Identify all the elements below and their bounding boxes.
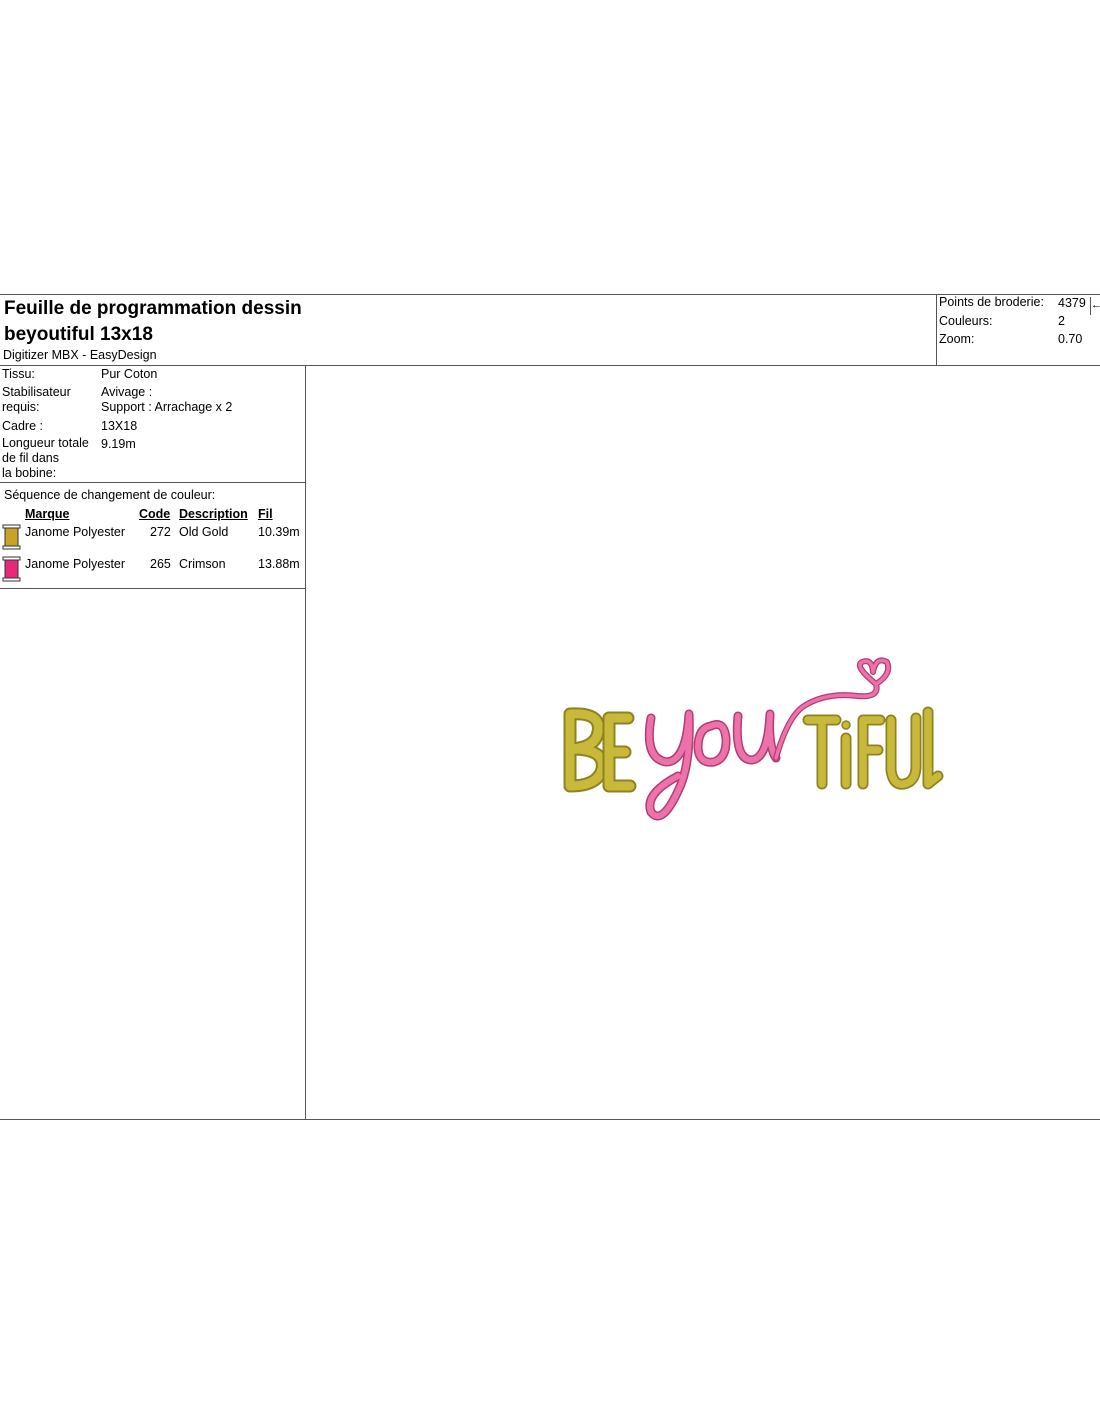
word-you-mark — [644, 709, 781, 821]
design-stats: Points de broderie: 4379 ← Couleurs: 2 Z… — [936, 295, 1100, 365]
fabric-label: Tissu: — [2, 367, 35, 381]
column-code: Code — [139, 507, 171, 521]
frame-label: Cadre : — [2, 419, 43, 433]
colors-value: 2 — [1058, 314, 1065, 328]
embroidery-design — [563, 657, 944, 821]
column-brand: Marque — [25, 507, 70, 521]
material-properties: Tissu: Pur Coton Stabilisateur requis: A… — [0, 366, 305, 483]
design-preview — [306, 366, 1100, 1120]
heart-swash-mark — [773, 657, 892, 761]
zoom-label: Zoom: — [939, 332, 975, 346]
row-thread: 13.88m — [258, 557, 300, 571]
column-description: Description — [179, 507, 248, 521]
colors-label: Couleurs: — [939, 314, 993, 328]
zoom-value: 0.70 — [1058, 332, 1083, 346]
fabric-value: Pur Coton — [101, 367, 158, 381]
row-code: 272 — [150, 525, 171, 539]
thread-length-label-cont: de fil dans — [2, 451, 59, 465]
stabilizer-value: Avivage : — [101, 385, 153, 399]
arrow-left-icon[interactable]: ← — [1090, 297, 1100, 315]
column-thread: Fil — [258, 507, 273, 521]
letter-b-mark — [563, 707, 609, 793]
row-brand: Janome Polyester — [25, 557, 126, 571]
row-description: Crimson — [179, 557, 226, 571]
color-sequence-title: Séquence de changement de couleur: — [4, 488, 216, 502]
stabilizer-value-cont: Support : Arrachage x 2 — [101, 400, 233, 414]
row-description: Old Gold — [179, 525, 229, 539]
sheet-title: Feuille de programmation dessin — [4, 298, 302, 319]
thread-spool-icon — [2, 556, 21, 582]
programming-sheet: Feuille de programmation dessin beyoutif… — [0, 294, 1100, 1120]
sheet-header: Feuille de programmation dessin beyoutif… — [0, 295, 1100, 366]
thread-length-value: 9.19m — [101, 437, 136, 451]
thread-spool-icon — [2, 524, 21, 550]
thread-length-label: Longueur totale — [2, 436, 89, 450]
software-name: Digitizer MBX - EasyDesign — [3, 348, 157, 362]
letter-e-mark — [602, 711, 637, 793]
frame-value: 13X18 — [101, 419, 138, 433]
row-thread: 10.39m — [258, 525, 300, 539]
row-brand: Janome Polyester — [25, 525, 126, 539]
thread-length-label-end: la bobine: — [2, 466, 57, 480]
design-name: beyoutiful 13x18 — [4, 324, 153, 345]
row-code: 265 — [150, 557, 171, 571]
stitches-value: 4379 — [1058, 296, 1086, 310]
info-panel: Tissu: Pur Coton Stabilisateur requis: A… — [0, 366, 306, 1120]
letter-i-dot-mark — [841, 720, 851, 730]
stabilizer-label-cont: requis: — [2, 400, 40, 414]
word-tiful-mark — [802, 706, 944, 790]
stabilizer-label: Stabilisateur — [2, 385, 71, 399]
color-sequence: Séquence de changement de couleur: Marqu… — [0, 483, 305, 589]
stitches-label: Points de broderie: — [939, 295, 1044, 309]
